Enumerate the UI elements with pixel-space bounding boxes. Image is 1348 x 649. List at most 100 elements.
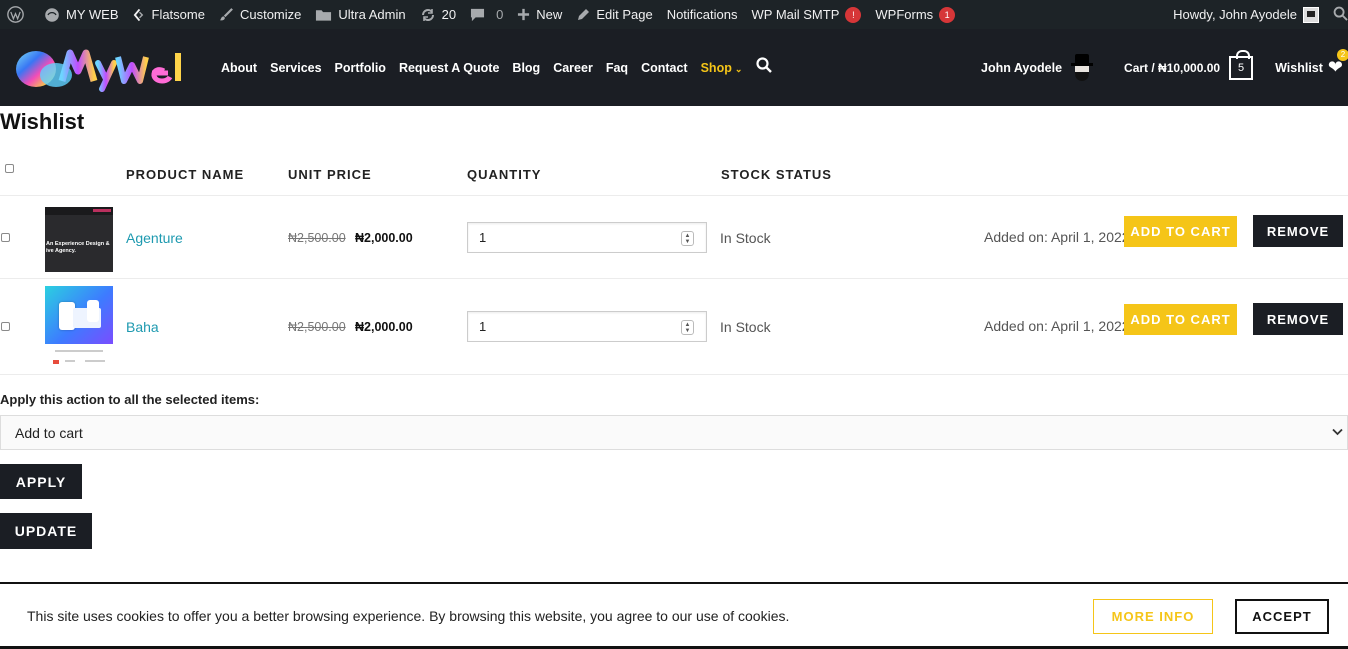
customize-label: Customize — [239, 7, 302, 22]
pencil-icon — [576, 8, 590, 22]
chevron-down-icon — [1332, 425, 1343, 439]
accept-button[interactable]: ACCEPT — [1235, 599, 1329, 634]
product-name-link[interactable]: Agenture — [126, 230, 183, 246]
edit-page-menu[interactable]: Edit Page — [569, 0, 659, 29]
divider — [0, 374, 1348, 375]
added-on-date: Added on: April 1, 2022 — [984, 318, 1130, 334]
quantity-value: 1 — [479, 230, 487, 245]
update-button[interactable]: UPDATE — [0, 513, 92, 549]
customize-menu[interactable]: Customize — [212, 0, 308, 29]
plus-icon — [517, 8, 530, 21]
nav-contact[interactable]: Contact — [641, 61, 688, 75]
nav-shop[interactable]: Shop ⌄ — [701, 61, 743, 75]
site-name-menu[interactable]: MY WEB — [37, 0, 126, 29]
apply-button[interactable]: APPLY — [0, 464, 82, 499]
sale-price: ₦2,000.00 — [355, 231, 413, 245]
column-stock-status: STOCK STATUS — [721, 167, 832, 182]
spinner-icon[interactable]: ▲ ▼ — [681, 231, 694, 246]
header-right: John Ayodele Cart / ₦10,000.00 5 Wishlis… — [981, 29, 1348, 106]
wp-mail-smtp-menu[interactable]: WP Mail SMTP ! — [745, 0, 869, 29]
chevron-down-icon: ⌄ — [734, 63, 743, 74]
new-content-menu[interactable]: New — [510, 0, 569, 29]
updates-icon — [420, 7, 436, 23]
flatsome-icon — [133, 8, 146, 22]
product-thumbnail[interactable]: An Experience Design & ive Agency. — [45, 207, 113, 272]
nav-request-a-quote[interactable]: Request A Quote — [399, 61, 499, 75]
select-all-checkbox[interactable] — [5, 164, 14, 173]
wordpress-icon — [7, 6, 24, 23]
remove-button[interactable]: REMOVE — [1253, 215, 1343, 247]
quantity-stepper[interactable]: 1 ▲ ▼ — [467, 222, 707, 253]
cookie-notice: This site uses cookies to offer you a be… — [0, 582, 1348, 649]
wp-mail-smtp-badge: ! — [845, 6, 862, 23]
comments-count: 0 — [496, 7, 504, 22]
divider — [0, 195, 1348, 196]
add-to-cart-button[interactable]: ADD TO CART — [1124, 304, 1237, 335]
updates-menu[interactable]: 20 — [413, 0, 463, 29]
site-name: MY WEB — [66, 7, 119, 22]
wishlist-count-badge: 2 — [1337, 49, 1348, 61]
regular-price: ₦2,500.00 — [288, 320, 346, 334]
spinner-icon[interactable]: ▲ ▼ — [681, 320, 694, 335]
regular-price: ₦2,500.00 — [288, 231, 346, 245]
cart-link[interactable]: Cart / ₦10,000.00 — [1124, 61, 1220, 75]
avatar[interactable] — [1068, 53, 1097, 82]
nav-faq[interactable]: Faq — [606, 61, 628, 75]
column-product-name: PRODUCT NAME — [126, 167, 245, 182]
wp-logo-menu[interactable] — [0, 0, 37, 29]
brush-icon — [219, 7, 234, 22]
admin-bar-right: Howdy, John Ayodele — [1166, 0, 1348, 29]
folder-icon — [315, 8, 332, 22]
updates-count: 20 — [441, 7, 457, 22]
home-icon — [44, 7, 60, 23]
notifications-menu[interactable]: Notifications — [660, 0, 745, 29]
my-account-menu[interactable]: Howdy, John Ayodele — [1166, 0, 1326, 29]
wishlist-link[interactable]: Wishlist — [1275, 61, 1323, 75]
nav-about[interactable]: About — [221, 61, 257, 75]
nav-career[interactable]: Career — [553, 61, 593, 75]
heart-icon[interactable]: ❤ 2 — [1328, 49, 1348, 78]
bulk-action-label: Apply this action to all the selected it… — [0, 392, 260, 407]
notifications-label: Notifications — [666, 7, 738, 22]
edit-page-label: Edit Page — [596, 7, 653, 22]
more-info-button[interactable]: MORE INFO — [1093, 599, 1213, 634]
add-to-cart-button[interactable]: ADD TO CART — [1124, 216, 1237, 247]
product-name-link[interactable]: Baha — [126, 319, 159, 335]
row-checkbox[interactable] — [1, 233, 10, 242]
nav-services[interactable]: Services — [270, 61, 321, 75]
cart-count: 5 — [1238, 61, 1245, 74]
quantity-value: 1 — [479, 319, 487, 334]
remove-button[interactable]: REMOVE — [1253, 303, 1343, 335]
new-label: New — [536, 7, 563, 22]
added-on-date: Added on: April 1, 2022 — [984, 229, 1130, 245]
nav-portfolio[interactable]: Portfolio — [335, 61, 386, 75]
ultra-admin-menu[interactable]: Ultra Admin — [308, 0, 412, 29]
stock-status: In Stock — [720, 319, 771, 335]
wpforms-menu[interactable]: WPForms 1 — [868, 0, 962, 29]
flatsome-menu[interactable]: Flatsome — [126, 0, 212, 29]
comments-menu[interactable]: 0 — [463, 0, 510, 29]
site-logo[interactable] — [14, 45, 192, 93]
divider — [0, 278, 1348, 279]
cart-icon[interactable]: 5 — [1229, 49, 1254, 80]
column-unit-price: UNIT PRICE — [288, 167, 372, 182]
product-thumbnail[interactable] — [45, 286, 113, 368]
account-link[interactable]: John Ayodele — [981, 61, 1062, 75]
main-nav: About Services Portfolio Request A Quote… — [221, 29, 773, 106]
site-header: About Services Portfolio Request A Quote… — [0, 29, 1348, 106]
quantity-stepper[interactable]: 1 ▲ ▼ — [467, 311, 707, 342]
wp-mail-smtp-label: WP Mail SMTP — [751, 7, 840, 22]
nav-shop-label: Shop — [700, 60, 732, 75]
row-checkbox[interactable] — [1, 322, 10, 331]
cookie-text: This site uses cookies to offer you a be… — [27, 608, 790, 624]
page-title: Wishlist — [0, 109, 85, 134]
avatar — [1303, 6, 1319, 23]
bulk-action-select[interactable]: Add to cart — [0, 415, 1348, 450]
search-icon — [1333, 6, 1348, 24]
admin-search[interactable] — [1326, 0, 1348, 29]
bulk-action-selected: Add to cart — [15, 425, 83, 441]
nav-blog[interactable]: Blog — [512, 61, 540, 75]
search-icon[interactable] — [756, 57, 773, 78]
comment-icon — [470, 8, 485, 22]
howdy-label: Howdy, John Ayodele — [1173, 7, 1297, 22]
